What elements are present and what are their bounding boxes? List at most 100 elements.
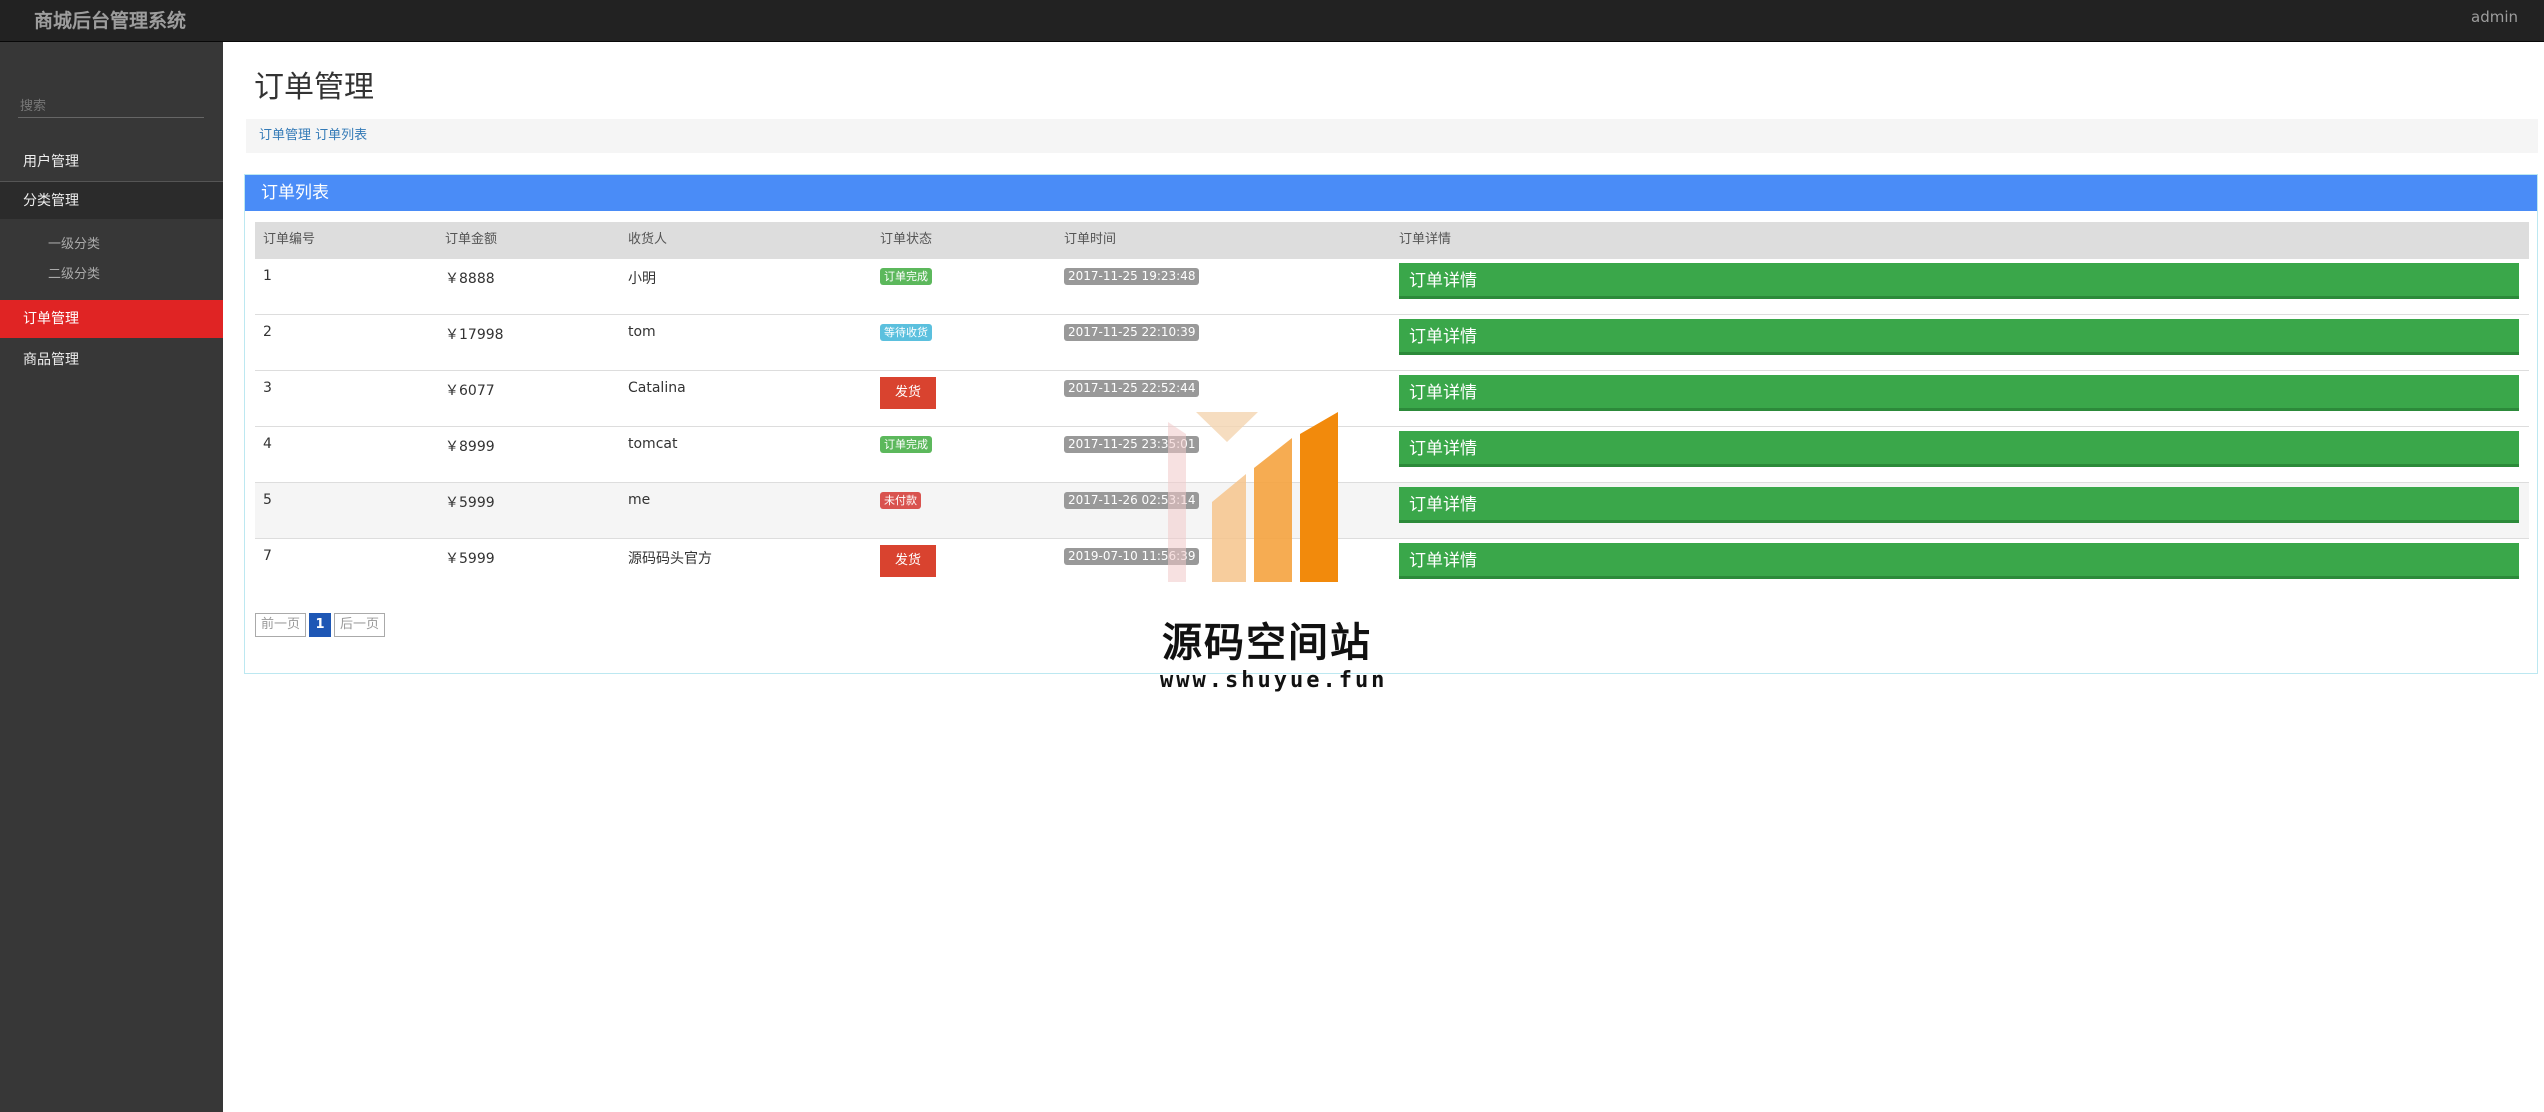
watermark-logo (1168, 412, 1338, 582)
watermark-url: www.shuyue.fun (1160, 668, 1388, 693)
order-detail-button[interactable]: 订单详情 (1399, 431, 2519, 467)
order-amount: ￥8999 (445, 439, 495, 455)
column-header: 订单详情 (1399, 232, 1452, 247)
status-cell: 发货 (880, 371, 936, 426)
order-detail-label: 订单详情 (1409, 439, 1477, 459)
status-cell: 未付款 (880, 483, 921, 538)
order-id: 7 (263, 548, 272, 564)
watermark-title: 源码空间站 (1162, 620, 1372, 666)
table-row: 5 ￥5999 me 未付款 2017-11-26 02:53:14 订单详情 (255, 482, 2529, 538)
table-row: 2 ￥17998 tom 等待收货 2017-11-25 22:10:39 订单… (255, 314, 2529, 370)
page-title-text: 订单管理 (254, 70, 374, 105)
order-detail-button[interactable]: 订单详情 (1399, 543, 2519, 579)
sidebar-subitem-level1[interactable]: 一级分类 (44, 232, 100, 258)
order-amount: ￥8888 (445, 271, 495, 287)
ship-button[interactable]: 发货 (880, 545, 936, 577)
status-badge: 订单完成 (880, 436, 932, 453)
table-header: 订单编号 订单金额 收货人 订单状态 订单时间 订单详情 (255, 222, 2529, 258)
order-receiver: 源码码头官方 (628, 551, 712, 567)
order-id: 3 (263, 380, 272, 396)
watermark-logo-chevron (1196, 412, 1258, 442)
watermark-logo-bar (1300, 412, 1338, 582)
sidebar-subitem-level2[interactable]: 二级分类 (44, 262, 100, 288)
table-row: 1 ￥8888 小明 订单完成 2017-11-25 19:23:48 订单详情 (255, 258, 2529, 314)
status-cell: 等待收货 (880, 315, 932, 370)
order-detail-button[interactable]: 订单详情 (1399, 375, 2519, 411)
page-number-current[interactable]: 1 (309, 613, 332, 637)
order-detail-label: 订单详情 (1409, 271, 1477, 291)
table-row: 3 ￥6077 Catalina 发货 2017-11-25 22:52:44 … (255, 370, 2529, 426)
sidebar: 用户管理 分类管理 一级分类 二级分类 订单管理 商品管理 (0, 42, 223, 1112)
sidebar-item-label: 商品管理 (23, 352, 79, 368)
panel-title: 订单列表 (261, 183, 329, 203)
order-receiver: Catalina (628, 380, 686, 396)
column-header: 订单金额 (445, 232, 498, 247)
order-amount: ￥6077 (445, 383, 495, 399)
status-badge: 等待收货 (880, 324, 932, 341)
order-amount: ￥5999 (445, 495, 495, 511)
status-cell: 订单完成 (880, 259, 932, 314)
brand-title: 商城后台管理系统 (34, 10, 187, 32)
sidebar-item-label: 订单管理 (23, 311, 79, 327)
table-row: 4 ￥8999 tomcat 订单完成 2017-11-25 23:35:01 … (255, 426, 2529, 482)
order-amount: ￥5999 (445, 551, 495, 567)
status-cell: 订单完成 (880, 427, 932, 482)
sidebar-item-label: 用户管理 (23, 154, 79, 170)
status-badge: 订单完成 (880, 268, 932, 285)
order-time-badge: 2017-11-25 19:23:48 (1064, 268, 1200, 285)
ship-button[interactable]: 发货 (880, 377, 936, 409)
order-receiver: 小明 (628, 271, 656, 287)
order-id: 2 (263, 324, 272, 340)
order-detail-label: 订单详情 (1409, 327, 1477, 347)
user-name: admin (2471, 8, 2518, 26)
column-header: 订单时间 (1064, 232, 1117, 247)
table-row: 7 ￥5999 源码码头官方 发货 2019-07-10 11:56:39 订单… (255, 538, 2529, 594)
order-detail-button[interactable]: 订单详情 (1399, 263, 2519, 299)
order-receiver: tom (628, 324, 656, 340)
watermark-logo-bar (1168, 422, 1186, 582)
top-navbar: 商城后台管理系统 admin (0, 0, 2544, 42)
sidebar-item-users[interactable]: 用户管理 (0, 143, 223, 181)
order-receiver: me (628, 492, 651, 508)
time-cell: 2017-11-25 22:10:39 (1064, 315, 1200, 370)
breadcrumb-item-orders[interactable]: 订单管理 (259, 128, 311, 143)
order-detail-button[interactable]: 订单详情 (1399, 487, 2519, 523)
watermark-logo-bar (1212, 474, 1246, 582)
sidebar-item-label: 分类管理 (23, 193, 79, 209)
status-badge: 未付款 (880, 492, 921, 509)
column-header: 订单编号 (263, 232, 316, 247)
breadcrumb: 订单管理 订单列表 (246, 119, 2538, 153)
order-time-badge: 2017-11-25 22:52:44 (1064, 380, 1200, 397)
order-detail-button[interactable]: 订单详情 (1399, 319, 2519, 355)
pagination: 前一页 1 后一页 (255, 613, 388, 639)
breadcrumb-item-order-list[interactable]: 订单列表 (315, 128, 367, 143)
order-list-panel: 订单列表 订单编号 订单金额 收货人 订单状态 订单时间 订单详情 1 ￥888… (244, 174, 2538, 674)
user-menu[interactable]: admin (2463, 0, 2526, 34)
sidebar-subitem-label: 二级分类 (48, 267, 101, 282)
order-table: 订单编号 订单金额 收货人 订单状态 订单时间 订单详情 1 ￥8888 小明 … (255, 222, 2529, 594)
column-header: 收货人 (628, 232, 668, 247)
order-detail-label: 订单详情 (1409, 383, 1477, 403)
order-time-badge: 2017-11-25 22:10:39 (1064, 324, 1200, 341)
watermark-logo-bar (1254, 438, 1292, 582)
sidebar-search-input[interactable] (18, 96, 204, 118)
column-header: 订单状态 (880, 232, 933, 247)
status-cell: 发货 (880, 539, 936, 594)
sidebar-subitem-label: 一级分类 (48, 237, 101, 252)
sidebar-item-products[interactable]: 商品管理 (0, 341, 223, 379)
next-page-button[interactable]: 后一页 (334, 613, 386, 637)
time-cell: 2017-11-25 19:23:48 (1064, 259, 1200, 314)
order-id: 1 (263, 268, 272, 284)
page-title: 订单管理 (246, 62, 374, 106)
panel-heading: 订单列表 (245, 175, 2537, 211)
order-detail-label: 订单详情 (1409, 551, 1477, 571)
brand[interactable]: 商城后台管理系统 (28, 0, 186, 42)
order-amount: ￥17998 (445, 327, 504, 343)
order-receiver: tomcat (628, 436, 678, 452)
prev-page-button[interactable]: 前一页 (255, 613, 307, 637)
order-id: 5 (263, 492, 272, 508)
sidebar-item-orders[interactable]: 订单管理 (0, 300, 223, 338)
order-id: 4 (263, 436, 272, 452)
order-detail-label: 订单详情 (1409, 495, 1477, 515)
sidebar-item-categories[interactable]: 分类管理 (0, 181, 223, 219)
